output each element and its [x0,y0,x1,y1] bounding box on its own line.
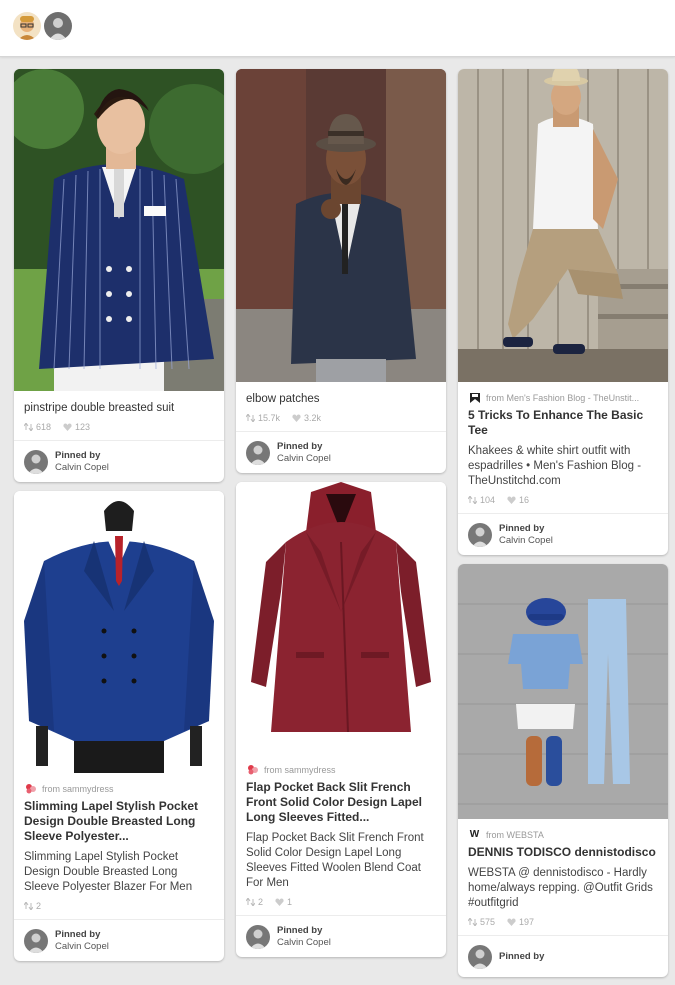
pin-title[interactable]: Slimming Lapel Stylish Pocket Design Dou… [14,795,224,844]
like-count: 197 [507,917,534,927]
pin-image-outfit-grid[interactable] [458,564,668,819]
pin-source[interactable]: from sammydress [236,754,446,776]
like-count: 1 [275,897,292,907]
column-3: from Men's Fashion Blog - TheUnstit... 5… [458,69,668,985]
pinned-by[interactable]: Pinned by Calvin Copel [236,431,446,473]
sammydress-logo-icon [246,764,259,776]
pin-description: Flap Pocket Back Slit French Front Solid… [246,832,424,889]
pin-stats: 104 16 [458,489,668,513]
pinner-name[interactable]: Calvin Copel [277,453,331,464]
pinned-by-label: Pinned by [55,449,101,461]
pin-title[interactable]: pinstripe double breasted suit [14,391,224,416]
repin-count: 2 [24,901,41,911]
like-count: 16 [507,495,529,505]
pinned-by-label: Pinned by [277,924,323,936]
pin-stats: 618 123 [14,416,224,440]
pin-description: Slimming Lapel Stylish Pocket Design Dou… [24,851,193,893]
like-count: 3.2k [292,413,321,423]
pin-description: WEBSTA @ dennistodisco - Hardly home/alw… [468,867,653,909]
pinned-by[interactable]: Pinned by Calvin Copel [14,919,224,961]
pin-card[interactable]: pinstripe double breasted suit 618 123 P… [14,69,224,482]
top-bar [0,0,675,57]
pin-stats: 2 1 [236,891,446,915]
pinned-by[interactable]: Pinned by Calvin Copel [14,440,224,482]
pinner-name[interactable]: Calvin Copel [55,462,109,473]
pin-card[interactable]: from Men's Fashion Blog - TheUnstit... 5… [458,69,668,555]
pinner-avatar[interactable] [24,928,48,953]
repin-count: 2 [246,897,263,907]
pin-stats: 2 [14,895,224,919]
pinned-by-label: Pinned by [499,522,545,534]
pin-image-basic-tee[interactable] [458,69,668,382]
repin-count: 618 [24,422,51,432]
pinned-by-label: Pinned by [499,950,545,962]
pinner-avatar[interactable] [246,924,270,949]
heart-icon [292,414,301,422]
repin-icon [24,423,33,431]
websta-logo-icon: W [469,829,480,840]
pinner-avatar[interactable] [246,440,270,465]
sammydress-logo-icon [24,783,37,795]
heart-icon [507,496,516,504]
pin-card[interactable]: Wfrom WEBSTA DENNIS TODISCO dennistodisc… [458,564,668,977]
pinner-name[interactable]: Calvin Copel [55,941,109,952]
pinned-by-label: Pinned by [55,928,101,940]
pin-title[interactable]: elbow patches [236,382,446,407]
pinner-avatar[interactable] [44,12,72,40]
pinner-avatar[interactable] [468,944,492,969]
repin-icon [246,898,255,906]
pin-image-burgundy-coat[interactable] [236,482,446,754]
repin-count: 575 [468,917,495,927]
heart-icon [507,918,516,926]
pinned-by[interactable]: Pinned by Calvin Copel [236,915,446,957]
repin-icon [246,414,255,422]
pinned-by[interactable]: Pinned by [458,935,668,977]
heart-icon [275,898,284,906]
pin-title[interactable]: 5 Tricks To Enhance The Basic Tee [458,404,668,438]
blog-logo-icon [468,392,481,404]
repin-count: 104 [468,495,495,505]
pinned-by[interactable]: Pinned by Calvin Copel [458,513,668,555]
pin-card[interactable]: from sammydress Flap Pocket Back Slit Fr… [236,482,446,957]
user-avatar[interactable] [13,12,41,40]
pinner-avatar[interactable] [24,449,48,474]
pin-card[interactable]: elbow patches 15.7k 3.2k Pinned by Calvin… [236,69,446,473]
pinner-avatar[interactable] [468,522,492,547]
repin-count: 15.7k [246,413,280,423]
pinned-by-label: Pinned by [277,440,323,452]
pinner-name[interactable]: Calvin Copel [277,937,331,948]
pinner-name[interactable]: Calvin Copel [499,535,553,546]
pin-description: Khakees & white shirt outfit with espadr… [468,445,642,487]
pin-source[interactable]: from sammydress [14,773,224,795]
pin-stats: 15.7k 3.2k [236,407,446,431]
like-count: 123 [63,422,90,432]
pin-image-elbow-patches[interactable] [236,69,446,382]
pin-title[interactable]: DENNIS TODISCO dennistodisco [458,841,668,860]
pin-image-blue-peacoat[interactable] [14,491,224,773]
repin-icon [468,496,477,504]
pin-source[interactable]: from Men's Fashion Blog - TheUnstit... [458,382,668,404]
pin-title[interactable]: Flap Pocket Back Slit French Front Solid… [236,776,446,825]
heart-icon [63,423,72,431]
repin-icon [24,902,33,910]
pin-stats: 575 197 [458,911,668,935]
pin-source[interactable]: Wfrom WEBSTA [458,819,668,841]
column-2: elbow patches 15.7k 3.2k Pinned by Calvin… [236,69,446,966]
pin-image-pinstripe-suit[interactable] [14,69,224,391]
repin-icon [468,918,477,926]
pin-card[interactable]: from sammydress Slimming Lapel Stylish P… [14,491,224,961]
column-1: pinstripe double breasted suit 618 123 P… [14,69,224,970]
